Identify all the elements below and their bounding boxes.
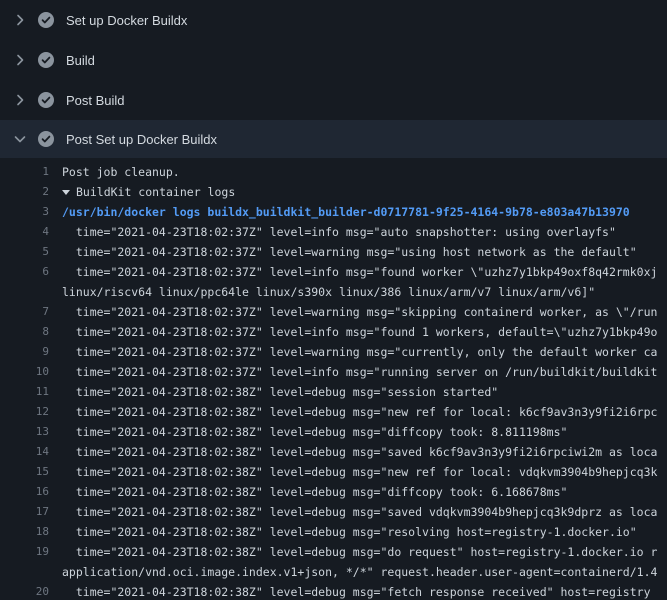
success-check-icon: [38, 52, 54, 68]
line-number[interactable]: 8: [0, 322, 62, 342]
line-number[interactable]: 4: [0, 222, 62, 242]
log-line: 5 time="2021-04-23T18:02:37Z" level=warn…: [0, 242, 667, 262]
line-number[interactable]: 16: [0, 482, 62, 502]
log-line: 13 time="2021-04-23T18:02:38Z" level=deb…: [0, 422, 667, 442]
log-text: Post job cleanup.: [62, 162, 180, 182]
log-line: 17 time="2021-04-23T18:02:38Z" level=deb…: [0, 502, 667, 522]
log-line: 19 time="2021-04-23T18:02:38Z" level=deb…: [0, 542, 667, 562]
triangle-down-icon: [62, 190, 70, 195]
log-text: linux/riscv64 linux/ppc64le linux/s390x …: [62, 282, 595, 302]
step-label: Post Set up Docker Buildx: [66, 132, 217, 147]
line-number[interactable]: 5: [0, 242, 62, 262]
log-line: 14 time="2021-04-23T18:02:38Z" level=deb…: [0, 442, 667, 462]
step-row-setup-docker-buildx[interactable]: Set up Docker Buildx: [0, 0, 667, 40]
log-text: BuildKit container logs: [62, 182, 235, 202]
success-check-icon: [38, 12, 54, 28]
line-number[interactable]: 14: [0, 442, 62, 462]
log-line: 11 time="2021-04-23T18:02:38Z" level=deb…: [0, 382, 667, 402]
log-text: time="2021-04-23T18:02:38Z" level=debug …: [62, 542, 657, 562]
line-number[interactable]: 9: [0, 342, 62, 362]
log-text: time="2021-04-23T18:02:38Z" level=debug …: [62, 382, 498, 402]
step-label: Post Build: [66, 93, 125, 108]
step-row-post-build[interactable]: Post Build: [0, 80, 667, 120]
log-line: 9 time="2021-04-23T18:02:37Z" level=warn…: [0, 342, 667, 362]
log-line: 4 time="2021-04-23T18:02:37Z" level=info…: [0, 222, 667, 242]
log-line: 20 time="2021-04-23T18:02:38Z" level=deb…: [0, 582, 667, 600]
line-number[interactable]: 12: [0, 402, 62, 422]
line-number[interactable]: 17: [0, 502, 62, 522]
line-number[interactable]: 3: [0, 202, 62, 222]
log-text: time="2021-04-23T18:02:37Z" level=info m…: [62, 322, 657, 342]
log-line: 15 time="2021-04-23T18:02:38Z" level=deb…: [0, 462, 667, 482]
line-number[interactable]: 19: [0, 542, 62, 562]
log-line: 6 time="2021-04-23T18:02:37Z" level=info…: [0, 262, 667, 282]
line-number: [0, 562, 62, 582]
log-text: time="2021-04-23T18:02:38Z" level=debug …: [62, 482, 567, 502]
chevron-right-icon: [12, 52, 28, 68]
log-line: 10 time="2021-04-23T18:02:37Z" level=inf…: [0, 362, 667, 382]
log-text: time="2021-04-23T18:02:37Z" level=info m…: [62, 362, 657, 382]
line-number[interactable]: 10: [0, 362, 62, 382]
log-text: time="2021-04-23T18:02:38Z" level=debug …: [62, 442, 657, 462]
log-line: 12 time="2021-04-23T18:02:38Z" level=deb…: [0, 402, 667, 422]
line-number[interactable]: 7: [0, 302, 62, 322]
line-number[interactable]: 20: [0, 582, 62, 600]
log-line: 3/usr/bin/docker logs buildx_buildkit_bu…: [0, 202, 667, 222]
log-group-toggle[interactable]: 2BuildKit container logs: [0, 182, 667, 202]
line-number[interactable]: 13: [0, 422, 62, 442]
success-check-icon: [38, 92, 54, 108]
step-label: Build: [66, 53, 95, 68]
log-line: application/vnd.oci.image.index.v1+json,…: [0, 562, 667, 582]
log-line: 1Post job cleanup.: [0, 162, 667, 182]
log-text: time="2021-04-23T18:02:38Z" level=debug …: [62, 402, 657, 422]
log-line: linux/riscv64 linux/ppc64le linux/s390x …: [0, 282, 667, 302]
log-lines: 1Post job cleanup.2BuildKit container lo…: [0, 158, 667, 600]
job-log-viewer: Set up Docker Buildx Build Post Build Po…: [0, 0, 667, 600]
log-text: time="2021-04-23T18:02:38Z" level=debug …: [62, 422, 567, 442]
log-text: time="2021-04-23T18:02:37Z" level=info m…: [62, 222, 616, 242]
log-line: 7 time="2021-04-23T18:02:37Z" level=warn…: [0, 302, 667, 322]
log-text: time="2021-04-23T18:02:38Z" level=debug …: [62, 522, 637, 542]
line-number[interactable]: 2: [0, 182, 62, 202]
success-check-icon: [38, 131, 54, 147]
log-text: time="2021-04-23T18:02:38Z" level=debug …: [62, 462, 657, 482]
log-line: 18 time="2021-04-23T18:02:38Z" level=deb…: [0, 522, 667, 542]
line-number[interactable]: 15: [0, 462, 62, 482]
step-row-post-setup-docker-buildx[interactable]: Post Set up Docker Buildx: [0, 120, 667, 158]
log-text: time="2021-04-23T18:02:37Z" level=warnin…: [62, 302, 657, 322]
log-text: time="2021-04-23T18:02:37Z" level=info m…: [62, 262, 657, 282]
log-text: time="2021-04-23T18:02:37Z" level=warnin…: [62, 242, 637, 262]
log-text: time="2021-04-23T18:02:38Z" level=debug …: [62, 502, 657, 522]
log-text: time="2021-04-23T18:02:38Z" level=debug …: [62, 582, 651, 600]
command-text: /usr/bin/docker logs buildx_buildkit_bui…: [62, 202, 630, 222]
line-number[interactable]: 18: [0, 522, 62, 542]
line-number: [0, 282, 62, 302]
step-row-build[interactable]: Build: [0, 40, 667, 80]
log-line: 16 time="2021-04-23T18:02:38Z" level=deb…: [0, 482, 667, 502]
line-number[interactable]: 6: [0, 262, 62, 282]
log-text: time="2021-04-23T18:02:37Z" level=warnin…: [62, 342, 657, 362]
chevron-down-icon: [12, 131, 28, 147]
log-text: application/vnd.oci.image.index.v1+json,…: [62, 562, 657, 582]
chevron-right-icon: [12, 12, 28, 28]
chevron-right-icon: [12, 92, 28, 108]
line-number[interactable]: 11: [0, 382, 62, 402]
step-label: Set up Docker Buildx: [66, 13, 187, 28]
log-line: 8 time="2021-04-23T18:02:37Z" level=info…: [0, 322, 667, 342]
line-number[interactable]: 1: [0, 162, 62, 182]
